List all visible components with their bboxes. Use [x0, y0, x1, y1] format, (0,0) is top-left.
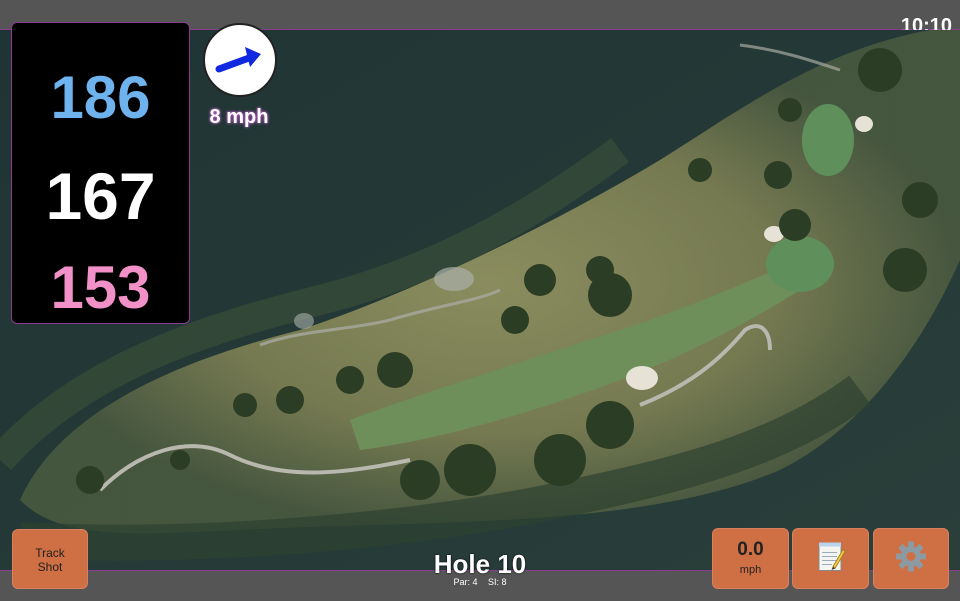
back-yardage: 186 — [50, 64, 151, 131]
hole-par: Par: 4 — [453, 577, 478, 587]
hole-info: Par: 4 SI: 8 — [380, 577, 580, 587]
track-shot-button[interactable]: Track Shot — [12, 529, 88, 589]
front-yardage: 153 — [50, 254, 151, 321]
wind-speed: 8 mph — [209, 106, 269, 128]
speed-value: 0.0 — [737, 539, 764, 560]
hole-title: Hole 10 — [433, 549, 527, 579]
wind-indicator — [203, 23, 277, 97]
yardage-panel: 186 167 153 — [11, 22, 190, 324]
track-shot-label-line1: Track — [35, 546, 65, 560]
notepad-icon — [818, 542, 846, 571]
center-yardage: 167 — [45, 159, 156, 233]
notes-button[interactable] — [792, 528, 869, 589]
wind-arrow-icon — [215, 47, 261, 73]
settings-button[interactable] — [873, 528, 949, 589]
hole-stroke-index: SI: 8 — [488, 577, 507, 587]
speed-unit: mph — [739, 564, 762, 576]
speed-button[interactable]: 0.0 mph — [712, 528, 789, 589]
gear-icon — [896, 541, 926, 571]
track-shot-label-line2: Shot — [37, 560, 63, 574]
